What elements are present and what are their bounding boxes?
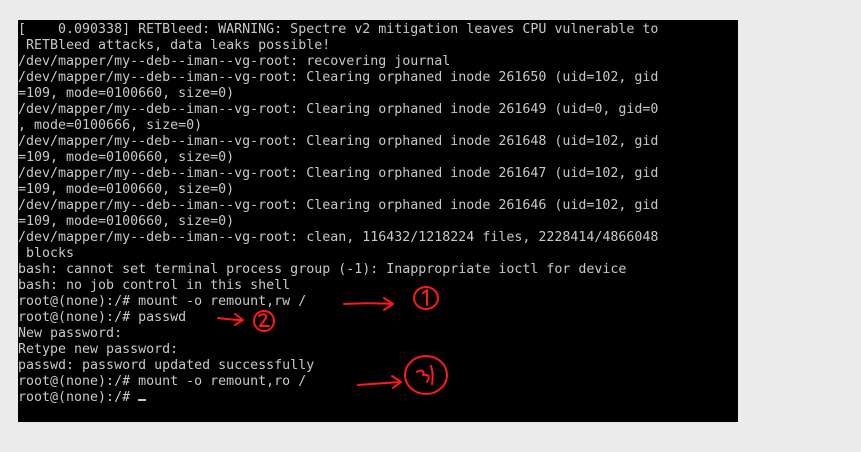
console-line: =109, mode=0100660, size=0) — [18, 86, 235, 101]
console-line: passwd: password updated successfully — [18, 358, 315, 373]
console-line: bash: cannot set terminal process group … — [18, 262, 627, 277]
console-line: /dev/mapper/my--deb--iman--vg-root: reco… — [18, 54, 451, 69]
console-line: /dev/mapper/my--deb--iman--vg-root: Clea… — [18, 134, 659, 149]
terminal-output: [ 0.090338] RETBleed: WARNING: Spectre v… — [18, 22, 738, 406]
console-line-command-passwd: root@(none):/# passwd — [18, 310, 187, 325]
console-line: /dev/mapper/my--deb--iman--vg-root: Clea… — [18, 166, 659, 181]
console-line: /dev/mapper/my--deb--iman--vg-root: clea… — [18, 230, 659, 245]
console-line: bash: no job control in this shell — [18, 278, 291, 293]
text-cursor — [138, 399, 147, 401]
console-line: /dev/mapper/my--deb--iman--vg-root: Clea… — [18, 102, 659, 117]
console-line: =109, mode=0100660, size=0) — [18, 214, 235, 229]
console-line: =109, mode=0100660, size=0) — [18, 150, 235, 165]
console-line: RETBleed attacks, data leaks possible! — [18, 38, 331, 53]
console-line: , mode=0100666, size=0) — [18, 118, 203, 133]
console-line: /dev/mapper/my--deb--iman--vg-root: Clea… — [18, 198, 659, 213]
console-line: [ 0.090338] RETBleed: WARNING: Spectre v… — [18, 22, 659, 37]
shell-prompt: root@(none):/# — [18, 390, 139, 405]
console-prompt-line[interactable]: root@(none):/# — [18, 390, 738, 406]
console-line: =109, mode=0100660, size=0) — [18, 182, 235, 197]
console-line-command-remount-ro: root@(none):/# mount -o remount,ro / — [18, 374, 307, 389]
console-line: /dev/mapper/my--deb--iman--vg-root: Clea… — [18, 70, 659, 85]
console-line: blocks — [18, 246, 75, 261]
console-line-command-remount-rw: root@(none):/# mount -o remount,rw / — [18, 294, 307, 309]
console-line: Retype new password: — [18, 342, 179, 357]
terminal-console[interactable]: [ 0.090338] RETBleed: WARNING: Spectre v… — [18, 20, 738, 422]
console-line: New password: — [18, 326, 123, 341]
